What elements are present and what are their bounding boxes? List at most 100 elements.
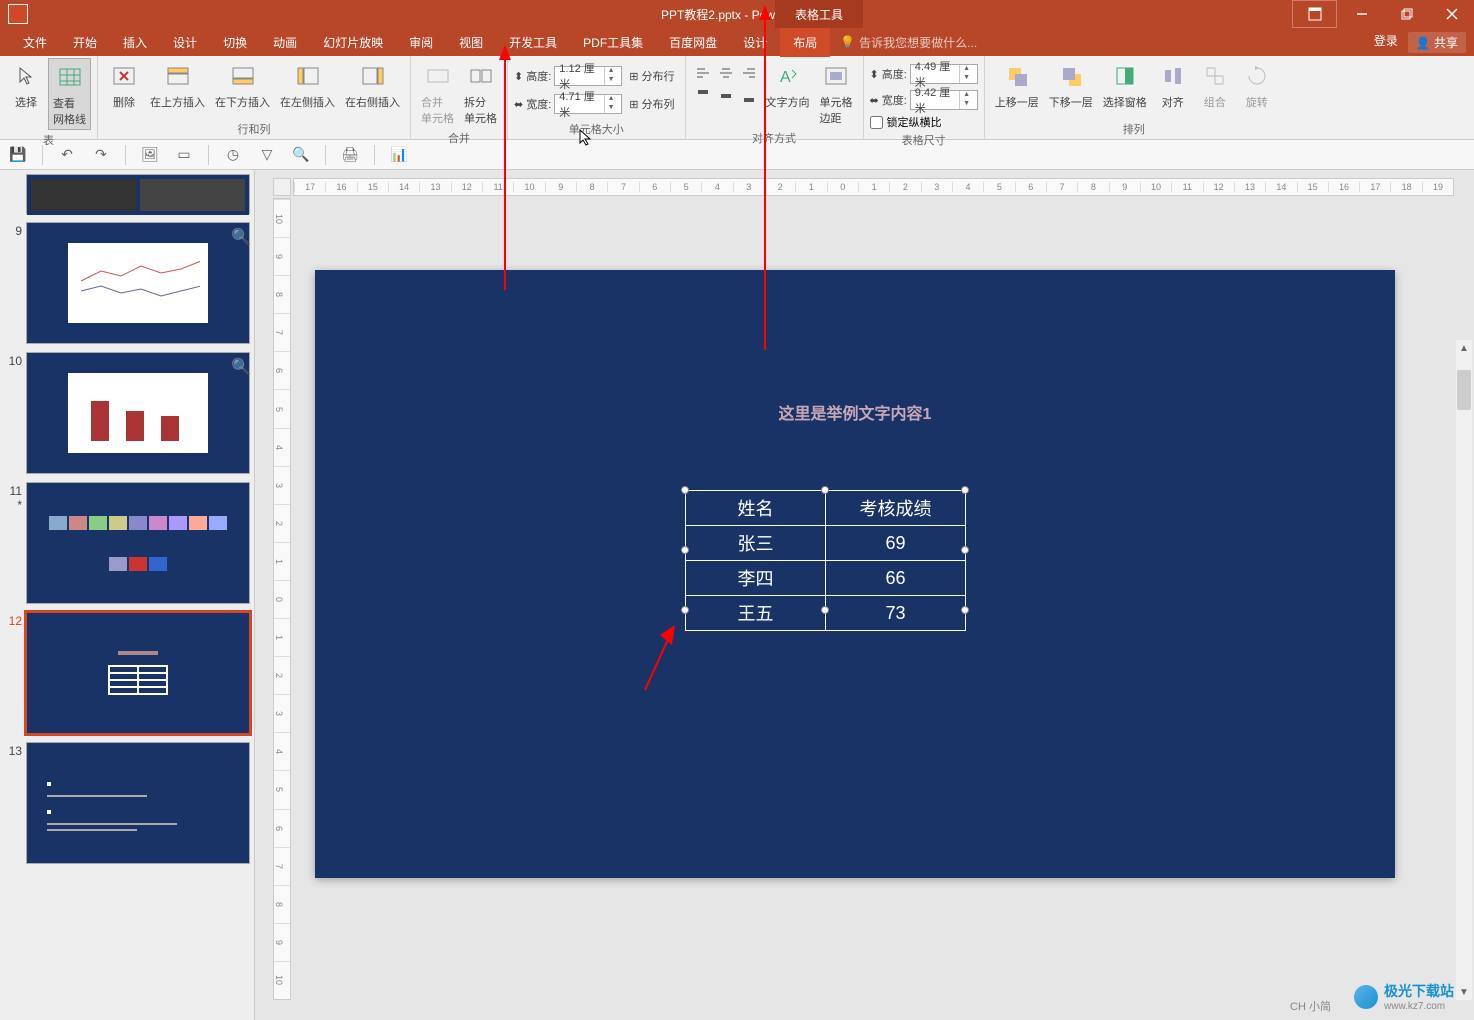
slide-thumbnails[interactable]: 9 🔍 10 🔍 11* 12: [0, 170, 255, 1020]
qat-btn-2[interactable]: ▭: [174, 145, 194, 165]
selection-handle[interactable]: [961, 486, 969, 494]
valign-middle[interactable]: [715, 85, 737, 107]
distribute-cols-button[interactable]: ⊞ 分布列: [625, 94, 678, 114]
selection-handle[interactable]: [961, 606, 969, 614]
selection-handle[interactable]: [821, 606, 829, 614]
table-cell[interactable]: 李四: [686, 561, 826, 596]
text-direction-button[interactable]: A 文字方向: [762, 58, 814, 112]
slide-thumbnail-10[interactable]: 🔍: [26, 352, 250, 474]
qat-btn-6[interactable]: 🖨: [340, 145, 360, 165]
slide-canvas[interactable]: 这里是举例文字内容1 姓名 考核成绩 张三 69 李四 66 王五 73: [315, 270, 1395, 878]
cell-height-input[interactable]: 1.12 厘米 ▲▼: [554, 66, 622, 86]
table-cell[interactable]: 66: [826, 561, 966, 596]
selection-handle[interactable]: [681, 486, 689, 494]
tab-developer[interactable]: 开发工具: [496, 28, 570, 57]
tab-insert[interactable]: 插入: [110, 28, 160, 57]
minimize-button[interactable]: [1339, 0, 1384, 28]
table-cell[interactable]: 69: [826, 526, 966, 561]
insert-above-button[interactable]: 在上方插入: [146, 58, 209, 112]
group-button[interactable]: 组合: [1195, 58, 1235, 112]
qat-btn-1[interactable]: 🖼: [140, 145, 160, 165]
scroll-up-button[interactable]: ▲: [1456, 340, 1472, 356]
qat-btn-7[interactable]: 📊: [389, 145, 409, 165]
table-header-cell[interactable]: 考核成绩: [826, 491, 966, 526]
dist-rows-icon: ⊞: [629, 70, 638, 83]
table-cell[interactable]: 张三: [686, 526, 826, 561]
close-button[interactable]: [1429, 0, 1474, 28]
slide-thumbnail-9[interactable]: 🔍: [26, 222, 250, 344]
split-cells-button[interactable]: 拆分 单元格: [460, 58, 501, 128]
tab-baidu[interactable]: 百度网盘: [656, 28, 730, 57]
table-header-cell[interactable]: 姓名: [686, 491, 826, 526]
selection-pane-button[interactable]: 选择窗格: [1099, 58, 1151, 112]
redo-button[interactable]: ↷: [91, 145, 111, 165]
tab-review[interactable]: 审阅: [396, 28, 446, 57]
tab-table-layout[interactable]: 布局: [780, 28, 830, 57]
tab-design[interactable]: 设计: [160, 28, 210, 57]
selection-handle[interactable]: [681, 546, 689, 554]
login-button[interactable]: 登录: [1374, 32, 1398, 53]
tab-slideshow[interactable]: 幻灯片放映: [310, 28, 396, 57]
table-height-input[interactable]: 4.49 厘米 ▲▼: [910, 64, 978, 84]
align-button[interactable]: 对齐: [1153, 58, 1193, 112]
send-backward-button[interactable]: 下移一层: [1045, 58, 1097, 112]
save-button[interactable]: 💾: [8, 145, 28, 165]
slide-thumbnail-11[interactable]: [26, 482, 250, 604]
tab-pdf[interactable]: PDF工具集: [570, 28, 656, 57]
qat-btn-5[interactable]: 🔍: [291, 145, 311, 165]
thumb-num: 10: [4, 352, 26, 474]
selection-handle[interactable]: [961, 546, 969, 554]
slide-title-text[interactable]: 这里是举例文字内容1: [779, 400, 932, 424]
slide-editor[interactable]: 1716151413121110987654321012345678910111…: [255, 170, 1474, 1020]
horizontal-ruler[interactable]: 1716151413121110987654321012345678910111…: [293, 178, 1454, 196]
select-button[interactable]: 选择: [6, 58, 46, 112]
align-icon: [1157, 60, 1189, 92]
insert-left-button[interactable]: 在左侧插入: [276, 58, 339, 112]
distribute-rows-button[interactable]: ⊞ 分布行: [625, 66, 678, 86]
align-top-right[interactable]: [738, 62, 760, 84]
valign-top[interactable]: [692, 85, 714, 107]
slide-thumbnail-13[interactable]: [26, 742, 250, 864]
scroll-down-button[interactable]: ▼: [1456, 984, 1472, 1000]
lock-aspect-checkbox[interactable]: [870, 116, 883, 129]
table-cell[interactable]: 73: [826, 596, 966, 631]
slide-thumbnail-8[interactable]: [26, 174, 250, 214]
zoom-icon[interactable]: 🔍: [231, 357, 245, 371]
tab-transitions[interactable]: 切换: [210, 28, 260, 57]
table-cell[interactable]: 王五: [686, 596, 826, 631]
cell-margins-button[interactable]: 单元格 边距: [816, 58, 857, 128]
slide-thumbnail-12[interactable]: [26, 612, 250, 734]
restore-button[interactable]: [1384, 0, 1429, 28]
ribbon-options-button[interactable]: [1292, 0, 1337, 28]
selection-handle[interactable]: [821, 486, 829, 494]
qat-btn-3[interactable]: ◷: [223, 145, 243, 165]
rotate-button[interactable]: 旋转: [1237, 58, 1277, 112]
cell-width-input[interactable]: 4.71 厘米 ▲▼: [554, 94, 622, 114]
qat-btn-4[interactable]: ▽: [257, 145, 277, 165]
valign-bottom[interactable]: [738, 85, 760, 107]
align-top-left[interactable]: [692, 62, 714, 84]
scrollbar-thumb[interactable]: [1457, 370, 1471, 410]
insert-below-button[interactable]: 在下方插入: [211, 58, 274, 112]
tell-me-search[interactable]: 💡 告诉我您想要做什么...: [840, 34, 977, 51]
table-width-input[interactable]: 9.42 厘米 ▲▼: [910, 90, 978, 110]
vertical-ruler[interactable]: 10987654321012345678910: [273, 198, 291, 1000]
view-gridlines-button[interactable]: 查看 网格线: [48, 58, 91, 130]
tab-home[interactable]: 开始: [60, 28, 110, 57]
tab-table-design[interactable]: 设计: [730, 28, 780, 57]
selection-handle[interactable]: [681, 606, 689, 614]
tab-view[interactable]: 视图: [446, 28, 496, 57]
delete-button[interactable]: 删除: [104, 58, 144, 112]
align-top-center[interactable]: [715, 62, 737, 84]
bring-forward-button[interactable]: 上移一层: [991, 58, 1043, 112]
merge-cells-button[interactable]: 合并 单元格: [417, 58, 458, 128]
insert-right-button[interactable]: 在右侧插入: [341, 58, 404, 112]
tab-animations[interactable]: 动画: [260, 28, 310, 57]
undo-button[interactable]: ↶: [57, 145, 77, 165]
zoom-icon[interactable]: 🔍: [231, 227, 245, 241]
share-button[interactable]: 👤 共享: [1408, 32, 1466, 53]
tab-file[interactable]: 文件: [10, 28, 60, 57]
vertical-scrollbar[interactable]: ▲ ▼: [1456, 340, 1472, 1000]
align-label: 对齐: [1162, 94, 1184, 110]
insert-below-label: 在下方插入: [215, 94, 270, 110]
